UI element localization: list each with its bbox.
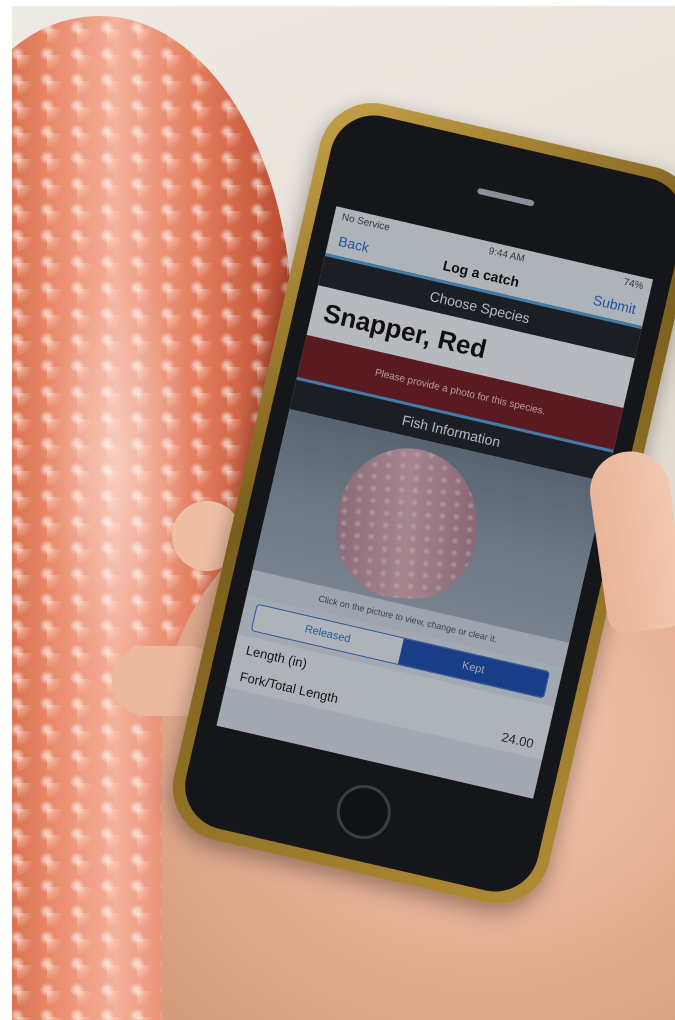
- fish-photo-subject: [333, 444, 481, 602]
- earpiece-speaker: [476, 187, 535, 207]
- back-button[interactable]: Back: [337, 233, 371, 256]
- photo-background: No Service 9:44 AM 74% Back Log a catch …: [12, 6, 675, 1020]
- battery-level: 74%: [622, 276, 645, 292]
- submit-button[interactable]: Submit: [592, 292, 638, 317]
- home-button[interactable]: [330, 779, 396, 845]
- fish-highlight: [42, 266, 192, 666]
- fork-length-value[interactable]: 24.00: [500, 729, 535, 751]
